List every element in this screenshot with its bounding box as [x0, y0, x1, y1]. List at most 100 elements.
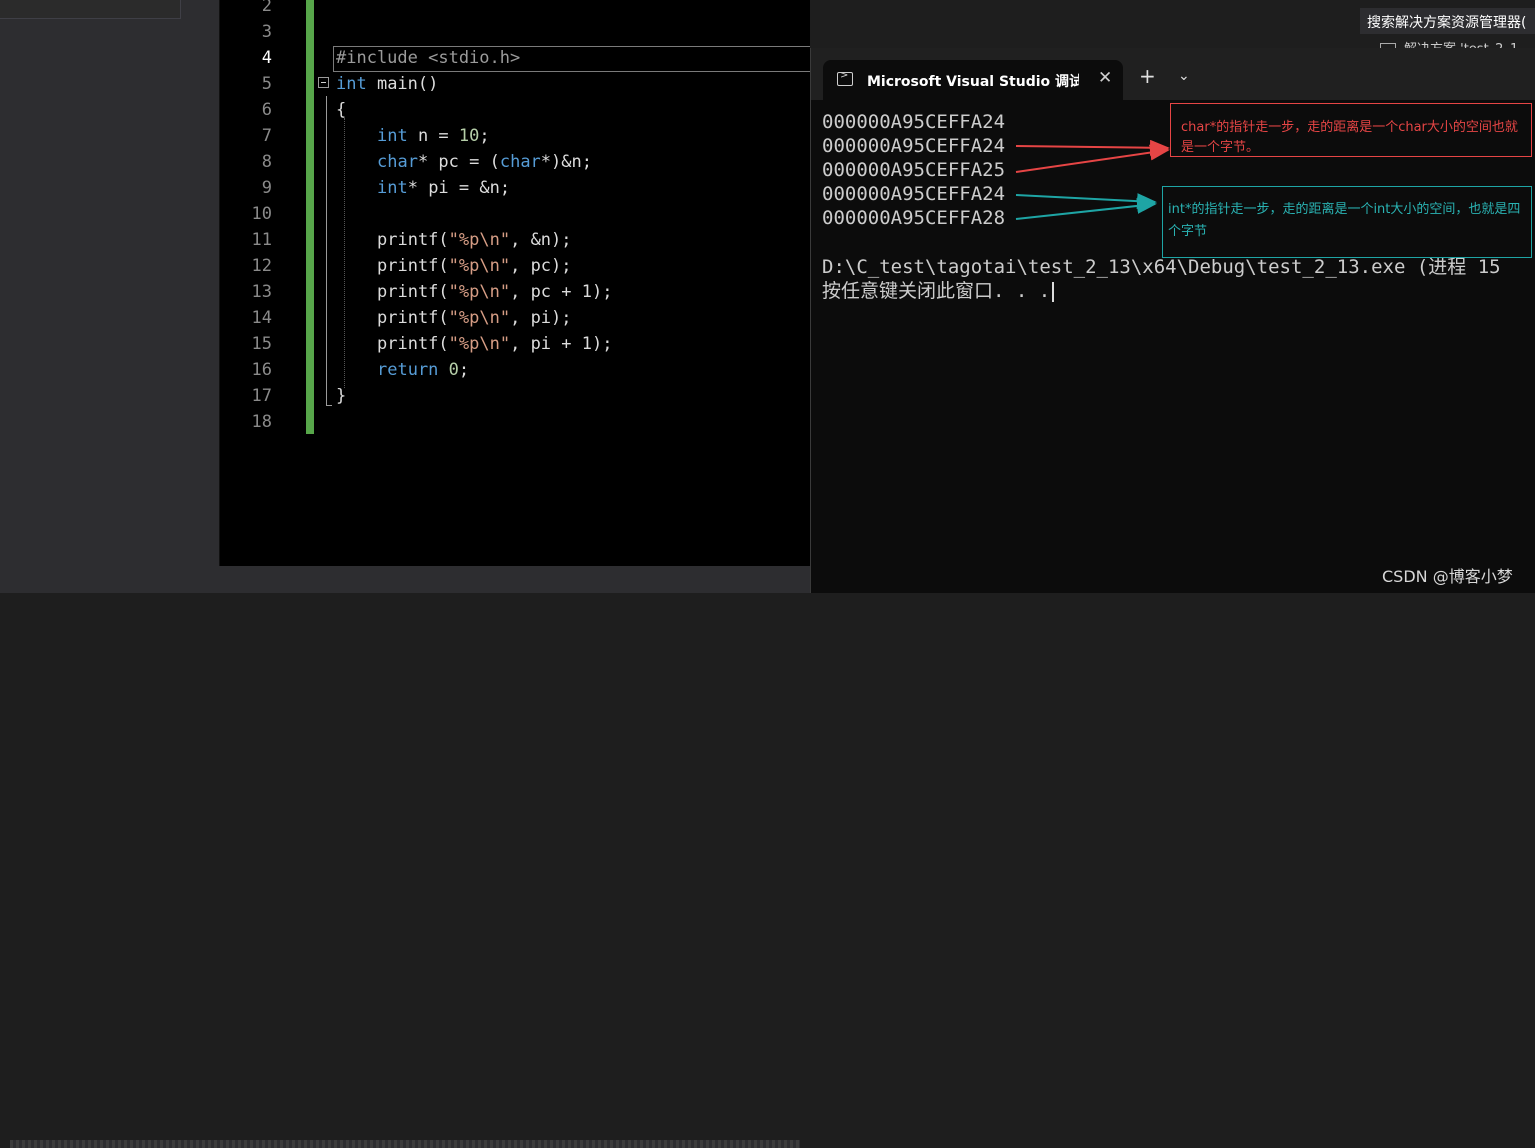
code-token: , pc + 1); — [510, 282, 613, 302]
code-token: "%p\n" — [448, 256, 511, 276]
code-token: 0 — [448, 360, 459, 380]
line-number: 13 — [251, 282, 272, 302]
code-token: char — [377, 152, 418, 172]
line-number: 12 — [251, 256, 272, 276]
line-number: 18 — [251, 412, 272, 432]
code-line-close-brace: } — [336, 383, 346, 409]
code-line-main: int main() — [336, 71, 438, 97]
new-tab-button[interactable]: + — [1139, 66, 1156, 86]
code-line-printf-n: printf("%p\n", &n); — [377, 227, 572, 253]
annotation-char-text: char*的指针走一步，走的距离是一个char大小的空间也就是一个字节。 — [1181, 120, 1518, 155]
code-line-printf-pi: printf("%p\n", pi); — [377, 305, 572, 331]
console-output-line: 000000A95CEFFA28 — [822, 207, 1006, 229]
line-number: 7 — [261, 126, 272, 146]
code-line-printf-pc1: printf("%p\n", pc + 1); — [377, 279, 612, 305]
code-line-int-pi: int* pi = &n; — [377, 175, 510, 201]
code-token: } — [336, 386, 347, 406]
change-indicator-bar — [306, 0, 314, 434]
line-number: 9 — [261, 178, 272, 198]
line-number: 5 — [261, 74, 272, 94]
code-token: *)&n; — [540, 152, 592, 172]
code-token: printf — [377, 230, 439, 250]
fold-guide — [326, 96, 327, 406]
code-token: printf — [377, 256, 439, 276]
code-token: ( — [438, 256, 449, 276]
console-tab-title: Microsoft Visual Studio 调试控制台 — [867, 74, 1079, 90]
code-token: ; — [479, 126, 490, 146]
watermark: CSDN @博客小梦 — [1382, 567, 1513, 586]
code-line-int-n: int n = 10; — [377, 123, 490, 149]
left-panel — [0, 0, 219, 566]
code-token: * pi = &n; — [407, 178, 511, 198]
console-tab[interactable]: Microsoft Visual Studio 调试控制台 ✕ — [823, 60, 1123, 100]
code-line-printf-pi1: printf("%p\n", pi + 1); — [377, 331, 612, 357]
code-token: "%p\n" — [448, 282, 511, 302]
console-output-line: 000000A95CEFFA24 — [822, 111, 1006, 133]
left-panel-header — [0, 0, 181, 19]
code-token: main() — [366, 74, 439, 94]
line-number: 3 — [261, 22, 272, 42]
code-token: int — [377, 178, 408, 198]
text-cursor — [1052, 281, 1055, 302]
line-number: 16 — [251, 360, 272, 380]
collapse-toggle-icon[interactable] — [318, 77, 329, 88]
code-line-include: #include <stdio.h> — [336, 45, 520, 71]
horizontal-scrollbar-area — [0, 566, 810, 1148]
code-token: int — [336, 74, 367, 94]
code-token: "%p\n" — [448, 334, 511, 354]
code-token: { — [336, 100, 347, 120]
console-output-line: 000000A95CEFFA25 — [822, 159, 1006, 181]
code-token: ( — [438, 334, 449, 354]
code-line-printf-pc: printf("%p\n", pc); — [377, 253, 572, 279]
code-line-char-pc: char* pc = (char*)&n; — [377, 149, 592, 175]
indent-guide — [344, 118, 345, 388]
fold-guide-end — [326, 405, 332, 406]
code-line-return: return 0; — [377, 357, 469, 383]
terminal-icon — [837, 70, 853, 86]
code-token: #include <stdio.h> — [336, 48, 521, 68]
code-token: int — [377, 126, 408, 146]
annotation-int-pointer: int*的指针走一步，走的距离是一个int大小的空间，也就是四个字节 — [1162, 186, 1532, 258]
code-token: * pc = ( — [417, 152, 500, 172]
code-token: , pi + 1); — [510, 334, 613, 354]
annotation-char-pointer: char*的指针走一步，走的距离是一个char大小的空间也就是一个字节。 — [1170, 103, 1532, 157]
code-token: ( — [438, 282, 449, 302]
line-number: 2 — [261, 0, 272, 16]
code-token: n = — [407, 126, 459, 146]
line-number: 11 — [251, 230, 272, 250]
close-icon[interactable]: ✕ — [1098, 68, 1112, 88]
code-token: printf — [377, 282, 439, 302]
code-line-open-brace: { — [336, 97, 346, 123]
code-token: "%p\n" — [448, 230, 511, 250]
console-prompt-line: 按任意键关闭此窗口. . . — [822, 279, 1055, 303]
console-output-line: 000000A95CEFFA24 — [822, 135, 1006, 157]
code-token: 10 — [458, 126, 480, 146]
line-number: 10 — [251, 204, 272, 224]
line-number: 17 — [251, 386, 272, 406]
horizontal-scrollbar[interactable] — [10, 1140, 800, 1148]
chevron-down-icon[interactable]: ⌄ — [1178, 68, 1190, 84]
code-token: printf — [377, 308, 439, 328]
code-token: char — [499, 152, 541, 172]
line-number: 14 — [251, 308, 272, 328]
line-number: 8 — [261, 152, 272, 172]
console-prompt: 按任意键关闭此窗口. . . — [822, 280, 1051, 302]
code-token: , pi); — [510, 308, 572, 328]
code-token: ( — [438, 230, 449, 250]
code-token: , pc); — [510, 256, 572, 276]
console-tab-bar: Microsoft Visual Studio 调试控制台 ✕ + ⌄ — [811, 48, 1535, 100]
line-number-active: 4 — [261, 48, 272, 68]
code-token: "%p\n" — [448, 308, 511, 328]
code-token: ( — [438, 308, 449, 328]
solution-explorer-search-label: 搜索解决方案资源管理器( — [1367, 15, 1527, 31]
code-token: printf — [377, 334, 439, 354]
console-output-line: 000000A95CEFFA24 — [822, 183, 1006, 205]
console-exit-line: D:\C_test\tagotai\test_2_13\x64\Debug\te… — [822, 256, 1501, 278]
code-token: ; — [458, 360, 470, 380]
line-number: 6 — [261, 100, 272, 120]
annotation-int-text: int*的指针走一步，走的距离是一个int大小的空间，也就是四个字节 — [1168, 202, 1521, 239]
line-number: 15 — [251, 334, 272, 354]
code-editor[interactable]: 2 3 4 5 6 7 8 9 10 11 12 13 14 15 16 17 … — [220, 0, 810, 566]
code-token: return — [377, 360, 439, 380]
